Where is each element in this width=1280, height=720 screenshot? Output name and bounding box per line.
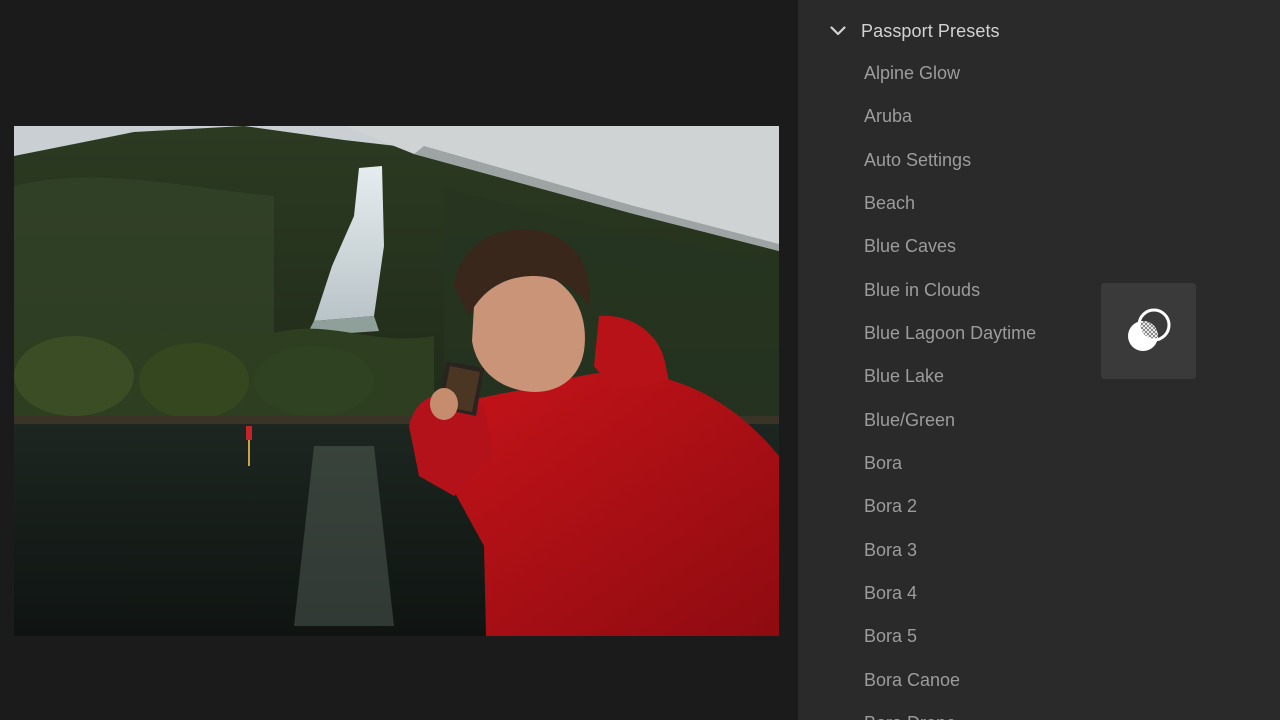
preset-item[interactable]: Bora 3 [864,529,1036,572]
photo-image [14,126,779,636]
image-canvas [0,0,798,720]
preset-item[interactable]: Bora 4 [864,572,1036,615]
preset-item[interactable]: Bora [864,442,1036,485]
preset-preview-icon [1127,308,1170,351]
preset-item[interactable]: Bora 2 [864,485,1036,528]
preset-item[interactable]: Auto Settings [864,139,1036,182]
preset-item[interactable]: Blue Lake [864,355,1036,398]
preset-item[interactable]: Bora Canoe [864,659,1036,702]
preset-preview-tile[interactable] [1101,283,1196,379]
presets-panel: Passport Presets Alpine Glow Aruba Auto … [798,0,1280,720]
preset-group-title: Passport Presets [861,20,1000,41]
preset-item[interactable]: Aruba [864,95,1036,138]
preset-item[interactable]: Alpine Glow [864,52,1036,95]
preset-item[interactable]: Beach [864,182,1036,225]
preset-item[interactable]: Bora Drone [864,702,1036,720]
preset-item[interactable]: Bora 5 [864,615,1036,658]
preset-item[interactable]: Blue/Green [864,399,1036,442]
preset-item[interactable]: Blue in Clouds [864,269,1036,312]
preset-group-header[interactable]: Passport Presets [828,14,1000,48]
preset-item[interactable]: Blue Caves [864,225,1036,268]
photo-preview[interactable] [14,126,779,636]
preset-item[interactable]: Blue Lagoon Daytime [864,312,1036,355]
preset-list: Alpine Glow Aruba Auto Settings Beach Bl… [864,52,1036,720]
chevron-down-icon[interactable] [828,21,848,41]
